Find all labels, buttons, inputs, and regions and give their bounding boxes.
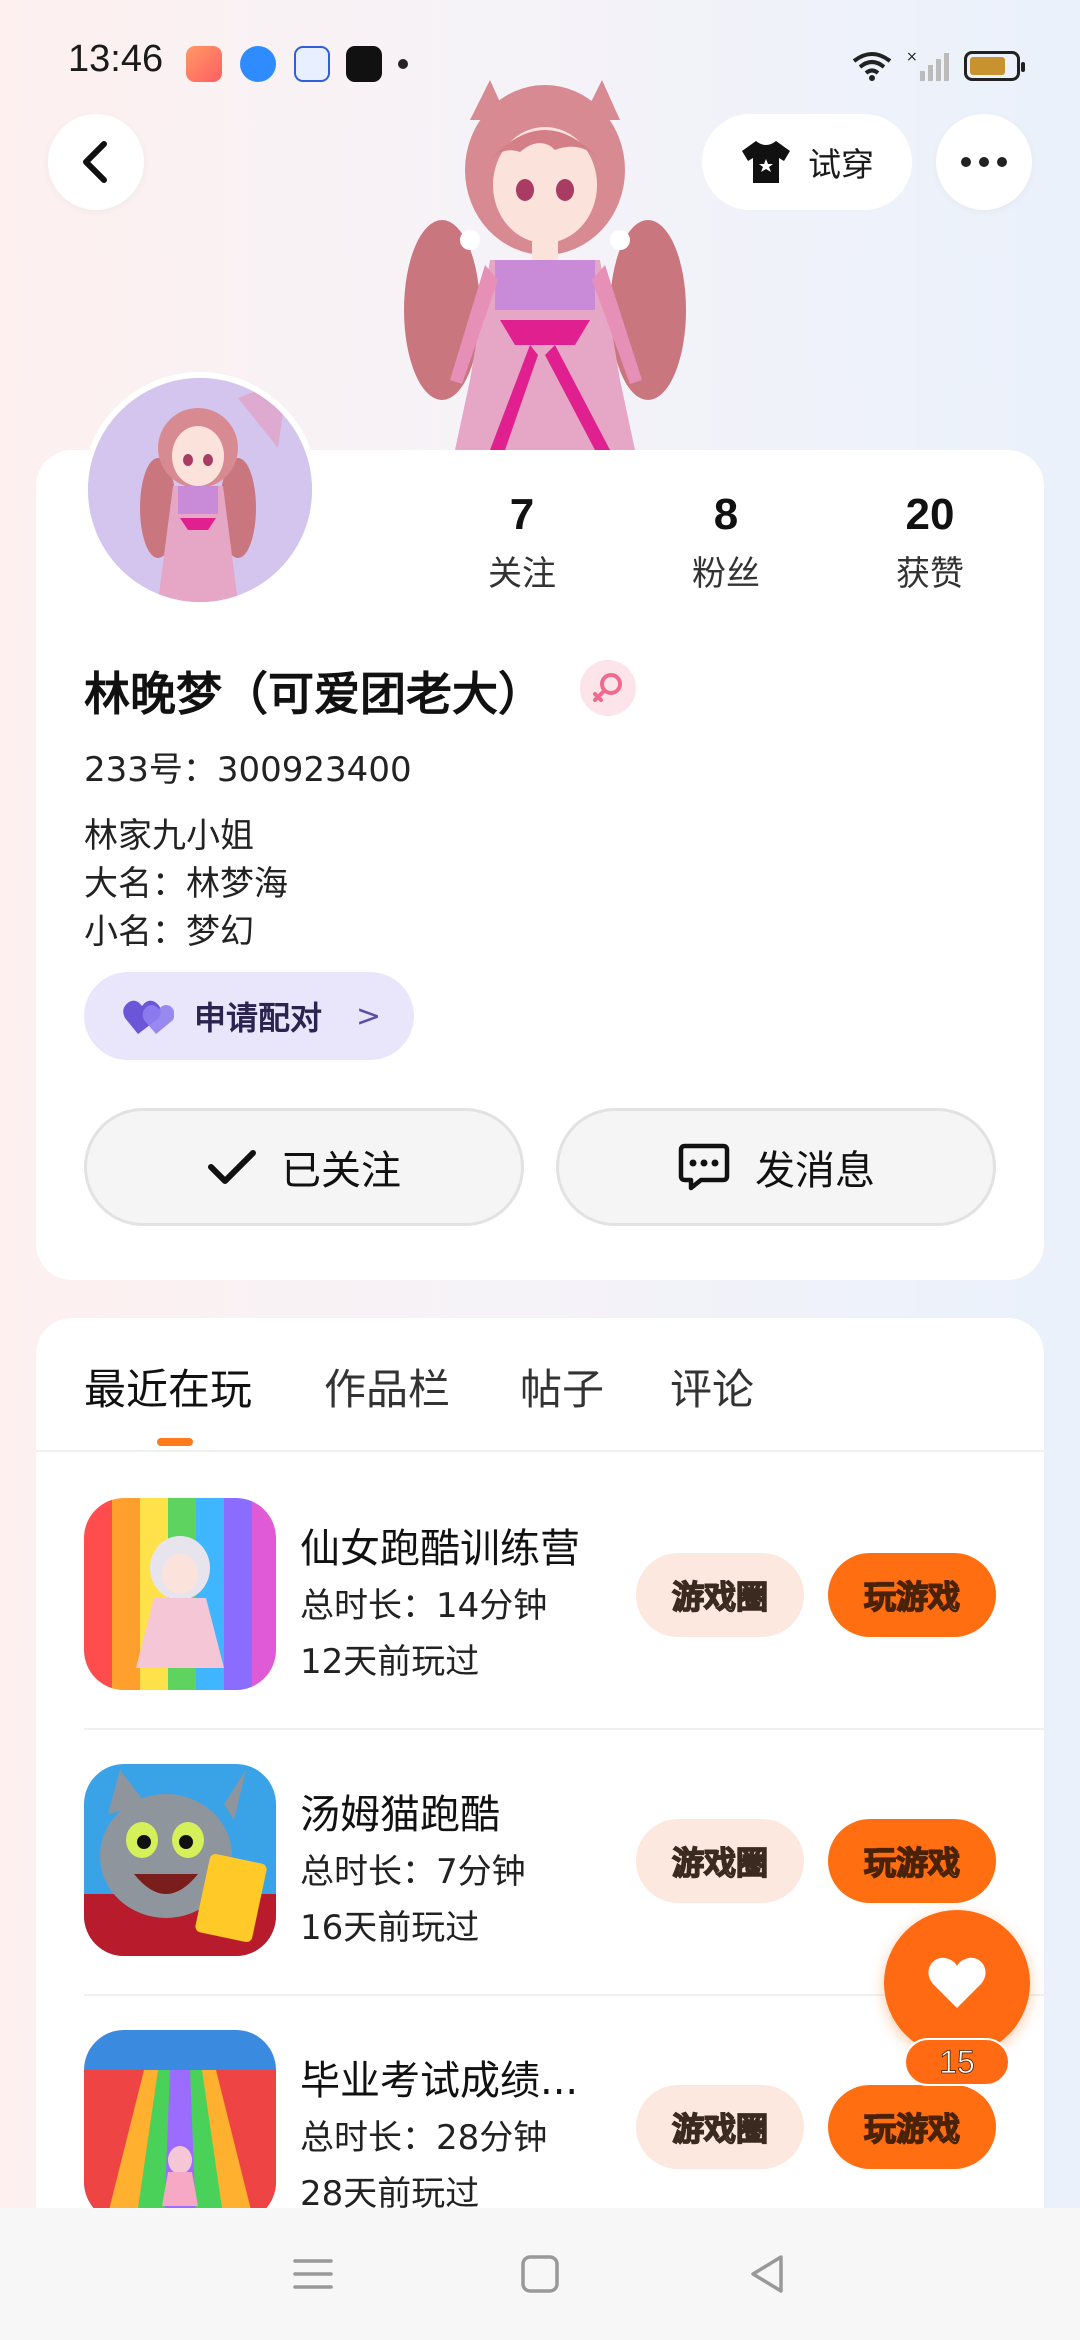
chat-bubble-icon (678, 1143, 730, 1191)
chevron-right-icon: > (356, 998, 382, 1034)
tab-comments[interactable]: 评论 (670, 1356, 754, 1417)
heart-icon (928, 1957, 986, 2008)
send-message-button[interactable]: 发消息 (556, 1108, 996, 1226)
menu-nav-button[interactable] (283, 2244, 343, 2304)
notification-dot (398, 59, 408, 69)
home-nav-button[interactable] (510, 2244, 570, 2304)
game-circle-button[interactable]: 游戏圈 (636, 1819, 804, 1903)
more-options-button[interactable] (936, 114, 1032, 210)
svg-text:×: × (906, 49, 918, 65)
stat-followers[interactable]: 8 粉丝 (646, 490, 806, 595)
profile-avatar[interactable] (82, 372, 318, 608)
tab-posts[interactable]: 帖子 (520, 1356, 604, 1417)
signal-icon: × (906, 49, 949, 81)
tab-recently-played[interactable]: 最近在玩 (84, 1356, 252, 1417)
back-nav-button[interactable] (737, 2244, 797, 2304)
game-duration: 总时长：7分钟 (300, 1852, 526, 1892)
menu-icon (293, 2259, 334, 2289)
stat-following-value: 7 (509, 490, 535, 539)
battery-icon (964, 51, 1025, 81)
tab-works[interactable]: 作品栏 (324, 1356, 450, 1417)
bio-line-2: 大名：林梦海 (84, 864, 288, 904)
dot (961, 157, 971, 167)
female-gender-icon (580, 660, 636, 716)
back-button[interactable] (48, 114, 144, 210)
game-title: 毕业考试成绩... (300, 2058, 579, 2104)
game-title: 汤姆猫跑酷 (300, 1792, 500, 1838)
double-heart-icon (123, 1000, 174, 1034)
tshirt-icon (742, 141, 790, 183)
tiktok-icon (346, 46, 382, 82)
play-game-button[interactable]: 玩游戏 (828, 1553, 996, 1637)
back-triangle-icon (750, 2255, 783, 2293)
dot (997, 157, 1007, 167)
username: 林晚梦（可爱团老大） (84, 667, 544, 721)
like-button[interactable] (884, 1910, 1030, 2056)
game-circle-button[interactable]: 游戏圈 (636, 2085, 804, 2169)
home-square-icon (521, 2255, 559, 2293)
tab-active-indicator (157, 1438, 193, 1446)
followed-button[interactable]: 已关注 (84, 1108, 524, 1226)
game-controller-icon (186, 46, 222, 82)
game-icon-talking-tom[interactable] (84, 1764, 276, 1956)
stat-followers-label: 粉丝 (692, 554, 760, 594)
stat-followers-value: 8 (713, 490, 739, 539)
game-last-played: 12天前玩过 (300, 1642, 480, 1682)
request-pair-label: 申请配对 (194, 999, 323, 1037)
baidu-icon (294, 46, 330, 82)
game-duration: 总时长：28分钟 (300, 2118, 548, 2158)
divider (84, 1728, 1044, 1730)
stat-following-label: 关注 (488, 554, 556, 594)
system-nav-bar (0, 2208, 1080, 2340)
dot (979, 157, 989, 167)
play-game-button[interactable]: 玩游戏 (828, 1819, 996, 1903)
browser-icon (240, 46, 276, 82)
bio-line-3: 小名：梦幻 (84, 912, 254, 952)
battery-fill (970, 57, 1006, 75)
game-circle-button[interactable]: 游戏圈 (636, 1553, 804, 1637)
request-pair-button[interactable]: 申请配对 > (84, 972, 414, 1060)
send-message-label: 发消息 (755, 1148, 875, 1194)
like-count: 15 (904, 2038, 1010, 2086)
wifi-icon (852, 52, 892, 81)
followed-label: 已关注 (281, 1148, 401, 1194)
status-time: 13:46 (68, 38, 164, 80)
bio-line-1: 林家九小姐 (84, 816, 254, 856)
game-list-item[interactable]: 仙女跑酷训练营 总时长：14分钟 12天前玩过 游戏圈 玩游戏 (84, 1498, 1044, 1764)
chevron-left-icon (83, 141, 107, 183)
stat-following[interactable]: 7 关注 (442, 490, 602, 595)
try-on-button[interactable]: 试穿 (702, 114, 912, 210)
game-duration: 总时长：14分钟 (300, 1586, 548, 1626)
stat-likes-label: 获赞 (896, 554, 964, 594)
stat-likes-value: 20 (905, 490, 955, 539)
play-game-button[interactable]: 玩游戏 (828, 2085, 996, 2169)
user-id: 233号：300923400 (84, 750, 412, 790)
stat-likes[interactable]: 20 获赞 (850, 490, 1010, 595)
game-last-played: 16天前玩过 (300, 1908, 480, 1948)
game-icon-fairy-parkour[interactable] (84, 1498, 276, 1690)
character-avatar-illustration (404, 80, 686, 450)
divider (36, 1450, 1044, 1452)
avatar-character-image (88, 378, 312, 602)
try-on-label: 试穿 (808, 145, 874, 184)
game-title: 仙女跑酷训练营 (300, 1526, 580, 1572)
game-icon-graduation-exam[interactable] (84, 2030, 276, 2222)
check-icon (208, 1150, 256, 1184)
